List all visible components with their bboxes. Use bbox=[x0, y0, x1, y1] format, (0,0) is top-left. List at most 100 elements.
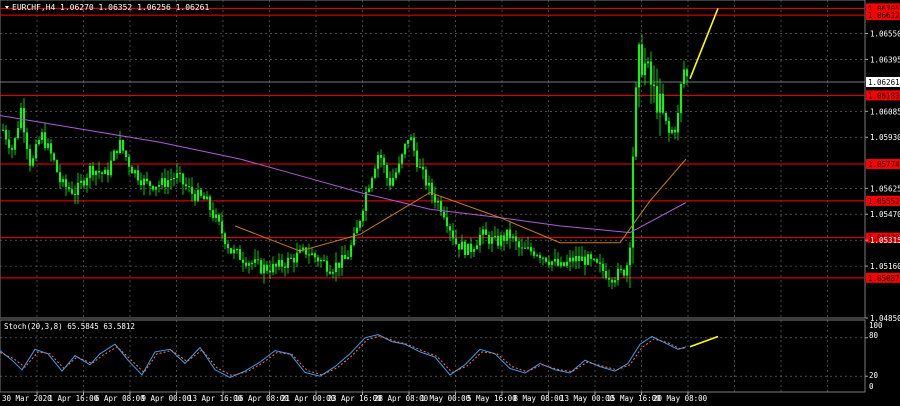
candle-body bbox=[281, 259, 283, 267]
candle-body bbox=[578, 256, 580, 261]
candle-body bbox=[608, 278, 610, 280]
candle-body bbox=[497, 235, 499, 246]
candle-body bbox=[605, 270, 607, 279]
candle-body bbox=[47, 143, 49, 148]
candle-body bbox=[491, 236, 493, 244]
time-axis: 30 Mar 20201 Apr 16:006 Apr 08:009 Apr 0… bbox=[2, 392, 708, 403]
level-label: 1.05774 bbox=[868, 160, 900, 169]
candle-body bbox=[17, 128, 19, 139]
candle-body bbox=[170, 179, 172, 181]
candle-body bbox=[584, 256, 586, 265]
candle-body bbox=[674, 129, 676, 133]
candle-body bbox=[179, 173, 181, 175]
candle-body bbox=[500, 235, 502, 246]
candle-body bbox=[194, 193, 196, 201]
candle-body bbox=[266, 264, 268, 271]
trading-chart[interactable]: 1.067051.066121.061831.057741.055521.053… bbox=[0, 0, 900, 406]
candle-body bbox=[620, 268, 622, 270]
candle-body bbox=[662, 93, 664, 113]
candle-body bbox=[515, 236, 517, 242]
stochastic-scale-100: 100 bbox=[869, 321, 883, 330]
candle-body bbox=[248, 263, 250, 266]
candle-body bbox=[656, 86, 658, 113]
candle-body bbox=[404, 143, 406, 155]
candle-body bbox=[596, 258, 598, 263]
candle-body bbox=[92, 165, 94, 176]
candle-body bbox=[518, 241, 520, 248]
candle-body bbox=[569, 257, 571, 262]
candle-body bbox=[158, 184, 160, 187]
candle-body bbox=[65, 179, 67, 187]
candle-body bbox=[125, 150, 127, 158]
candle-body bbox=[134, 170, 136, 174]
candle-body bbox=[146, 178, 148, 182]
candle-body bbox=[326, 260, 328, 272]
candle-body bbox=[14, 138, 16, 150]
candle-body bbox=[206, 196, 208, 200]
price-axis-label: 1.06395 bbox=[870, 55, 900, 64]
candle-body bbox=[50, 143, 52, 154]
candle-body bbox=[647, 61, 649, 64]
ohlc-readout: 1.06270 1.06352 1.06256 1.06261 bbox=[60, 3, 209, 12]
candle-body bbox=[470, 243, 472, 252]
candle-body bbox=[164, 178, 166, 187]
price-axis-label: 1.06550 bbox=[870, 29, 900, 38]
candle-body bbox=[683, 69, 685, 84]
candle-body bbox=[56, 160, 58, 173]
candle-body bbox=[284, 266, 286, 268]
candle-body bbox=[368, 188, 370, 193]
stochastic-scale-0: 0 bbox=[869, 382, 874, 391]
candle-body bbox=[68, 186, 70, 190]
candle-body bbox=[665, 112, 667, 122]
candle-body bbox=[392, 177, 394, 186]
candle-body bbox=[335, 262, 337, 273]
time-axis-label: 6 Apr 08:00 bbox=[95, 394, 145, 403]
candle-body bbox=[275, 263, 277, 267]
candle-body bbox=[374, 168, 376, 178]
candle-body bbox=[530, 247, 532, 252]
candle-body bbox=[434, 195, 436, 203]
candle-body bbox=[548, 261, 550, 265]
candle-body bbox=[527, 247, 529, 249]
candle-body bbox=[35, 144, 37, 159]
time-axis-label: 9 Apr 00:00 bbox=[142, 394, 192, 403]
candle-body bbox=[401, 154, 403, 164]
candle-body bbox=[398, 163, 400, 173]
candle-body bbox=[632, 156, 634, 248]
candle-body bbox=[44, 132, 46, 148]
stochastic-label: Stoch(20,3,8) 65.5845 63.5812 bbox=[4, 322, 135, 331]
candle-body bbox=[512, 236, 514, 239]
candle-body bbox=[506, 229, 508, 241]
time-axis-label: 8 May 08:00 bbox=[514, 394, 564, 403]
candle-body bbox=[305, 247, 307, 255]
candle-body bbox=[80, 180, 82, 183]
candle-body bbox=[293, 257, 295, 263]
candle-body bbox=[542, 257, 544, 259]
time-axis-label: 20 May 08:00 bbox=[653, 394, 708, 403]
candle-body bbox=[242, 259, 244, 263]
candle-body bbox=[83, 180, 85, 186]
candle-body bbox=[224, 233, 226, 245]
candle-body bbox=[413, 137, 415, 151]
candle-body bbox=[479, 234, 481, 246]
candle-body bbox=[557, 259, 559, 266]
candle-body bbox=[494, 235, 496, 237]
candle-body bbox=[155, 186, 157, 190]
chart-background bbox=[0, 0, 900, 406]
candle-body bbox=[509, 229, 511, 239]
candle-body bbox=[524, 247, 526, 249]
candle-body bbox=[221, 221, 223, 234]
candle-body bbox=[458, 244, 460, 250]
level-label: 1.06183 bbox=[868, 91, 900, 100]
candle-body bbox=[119, 139, 121, 154]
candle-body bbox=[635, 87, 637, 157]
candle-body bbox=[227, 244, 229, 249]
candle-body bbox=[140, 180, 142, 186]
candle-body bbox=[128, 157, 130, 167]
candle-body bbox=[371, 177, 373, 189]
candle-body bbox=[389, 177, 391, 186]
candle-body bbox=[638, 44, 640, 88]
price-axis-label: 1.05625 bbox=[870, 184, 900, 193]
candle-body bbox=[407, 140, 409, 144]
symbol-label[interactable]: EURCHF,H4 bbox=[12, 3, 56, 12]
